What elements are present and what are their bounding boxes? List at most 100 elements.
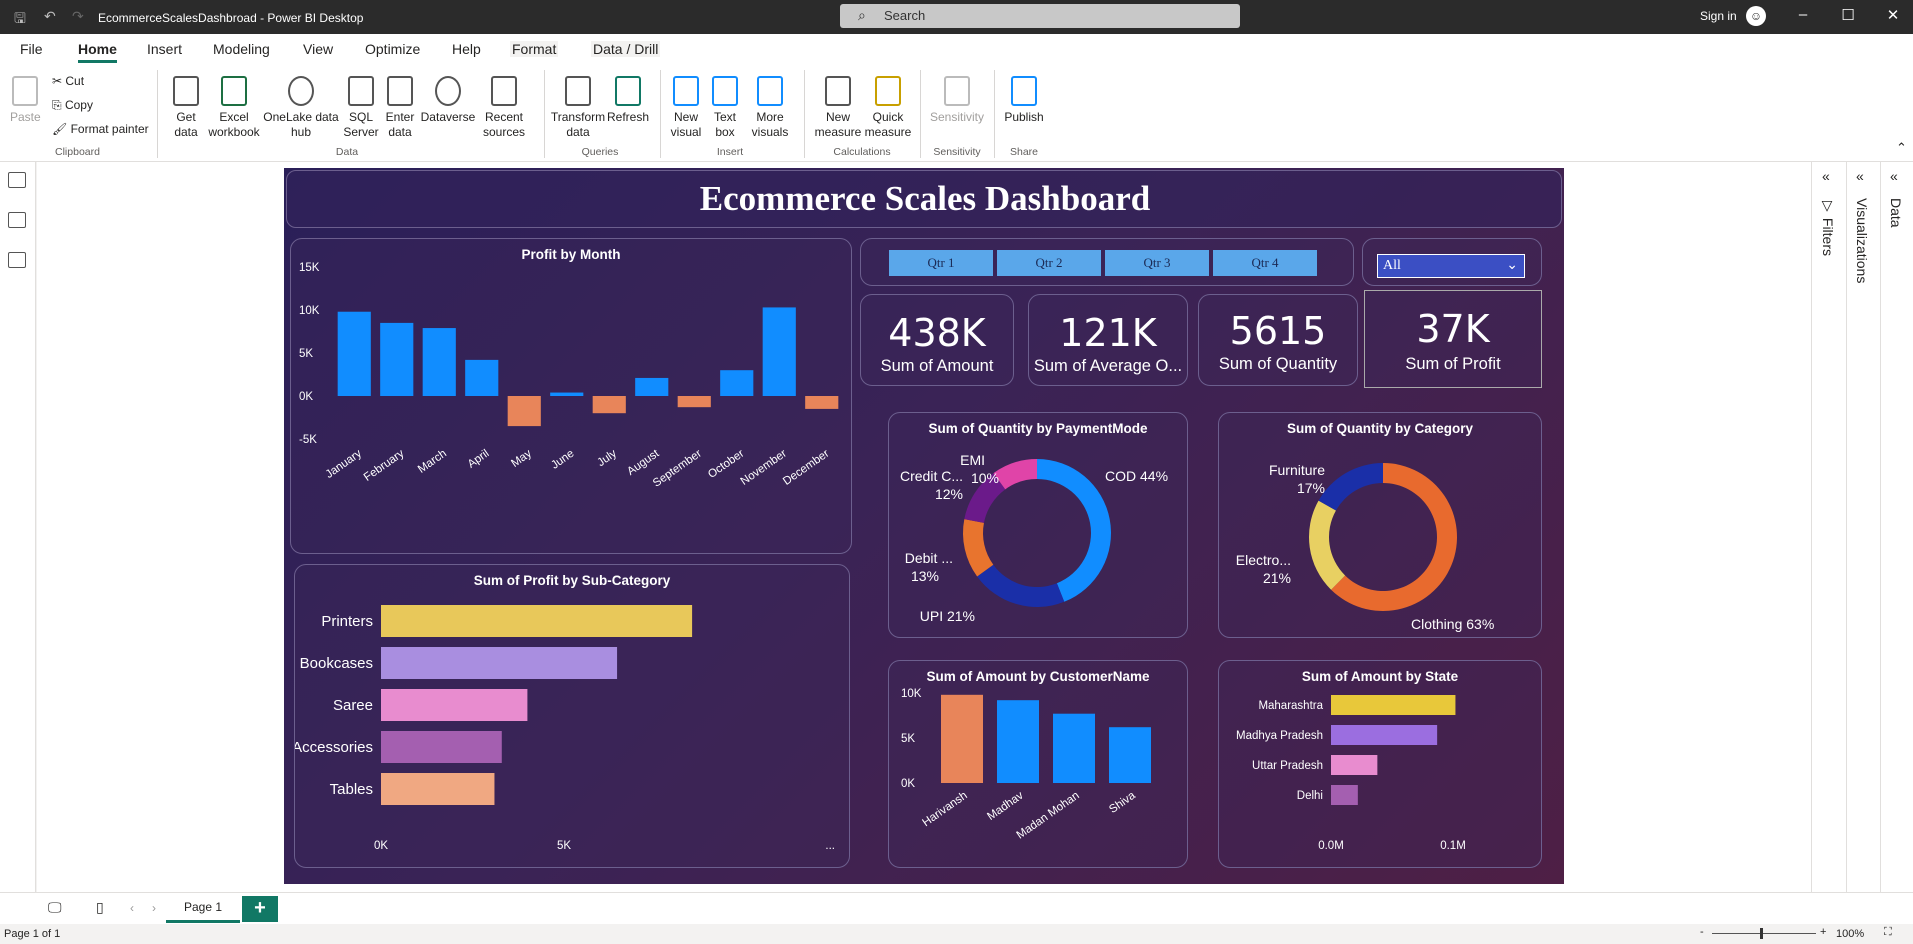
- data-pane-tab[interactable]: Data: [1888, 198, 1904, 228]
- menu-optimize[interactable]: Optimize: [365, 41, 420, 57]
- more-visuals-button[interactable]: More visuals: [746, 76, 794, 140]
- recent-sources-button[interactable]: Recent sources: [480, 76, 528, 140]
- kpi-card-profit[interactable]: 37K Sum of Profit: [1364, 290, 1542, 388]
- group-label: Data: [335, 146, 359, 158]
- search-input[interactable]: ⌕ Search: [840, 4, 1240, 28]
- qtr-1-button[interactable]: Qtr 1: [889, 250, 993, 276]
- transform-data-button[interactable]: Transform data: [550, 76, 606, 140]
- sign-in-link[interactable]: Sign in: [1700, 9, 1737, 23]
- onelake-icon: [288, 76, 314, 106]
- kpi-card-quantity[interactable]: 5615 Sum of Quantity: [1198, 294, 1358, 386]
- profit-by-subcategory-visual[interactable]: Sum of Profit by Sub-Category Printers Bo…: [294, 564, 850, 868]
- add-page-button[interactable]: +: [242, 896, 278, 922]
- new-measure-button[interactable]: New measure: [812, 76, 864, 140]
- redo-icon[interactable]: ↷: [72, 8, 84, 25]
- sensitivity-button[interactable]: Sensitivity: [924, 76, 990, 125]
- zoom-in-button[interactable]: +: [1820, 926, 1826, 938]
- payment-mode-visual[interactable]: Sum of Quantity by PaymentMode COD 44% UP…: [888, 412, 1188, 638]
- slice-label: 10%: [971, 470, 999, 486]
- menu-view[interactable]: View: [303, 41, 333, 57]
- amount-by-customer-visual[interactable]: Sum of Amount by CustomerName 0K 5K 10K Har…: [888, 660, 1188, 868]
- group-label: Insert: [716, 146, 744, 158]
- kpi-card-amount[interactable]: 438K Sum of Amount: [860, 294, 1014, 386]
- menu-format[interactable]: Format: [510, 41, 559, 57]
- close-icon[interactable]: ✕: [1883, 6, 1903, 24]
- y-tick-label: 10K: [299, 305, 320, 317]
- collapse-data-icon[interactable]: «: [1890, 168, 1898, 184]
- menu-data-drill[interactable]: Data / Drill: [591, 41, 661, 57]
- menu-insert[interactable]: Insert: [147, 41, 182, 57]
- group-label: Share: [1009, 146, 1039, 158]
- all-dropdown[interactable]: All ⌄: [1377, 254, 1525, 278]
- quick-measure-button[interactable]: Quick measure: [864, 76, 912, 140]
- menu-home[interactable]: Home: [78, 41, 117, 63]
- avatar-icon[interactable]: ☺: [1746, 6, 1766, 26]
- excel-workbook-button[interactable]: Excel workbook: [206, 76, 262, 140]
- qtr-4-button[interactable]: Qtr 4: [1213, 250, 1317, 276]
- bar-state: [1331, 785, 1358, 805]
- refresh-button[interactable]: Refresh: [606, 76, 650, 125]
- state-label: Madhya Pradesh: [1236, 730, 1323, 742]
- collapse-ribbon-icon[interactable]: ⌃: [1896, 140, 1907, 156]
- calculator-icon: [825, 76, 851, 106]
- collapse-filters-icon[interactable]: «: [1822, 168, 1830, 184]
- filters-pane-tab[interactable]: ▽ Filters: [1820, 198, 1836, 256]
- zoom-slider[interactable]: [1712, 933, 1816, 934]
- x-tick-label: September: [651, 448, 704, 490]
- slice-label: Credit C...: [900, 468, 963, 484]
- card-value: 37K: [1416, 307, 1490, 351]
- get-data-button[interactable]: Get data: [166, 76, 206, 140]
- qtr-3-button[interactable]: Qtr 3: [1105, 250, 1209, 276]
- minimize-icon[interactable]: –: [1793, 6, 1813, 23]
- next-page-icon[interactable]: ›: [152, 901, 156, 915]
- save-icon[interactable]: 🖫: [14, 8, 26, 32]
- model-view-icon[interactable]: [8, 252, 26, 268]
- dataverse-button[interactable]: Dataverse: [418, 76, 478, 125]
- cut-button[interactable]: ✂ Cut: [52, 74, 84, 88]
- menu-modeling[interactable]: Modeling: [213, 41, 270, 57]
- text-box-button[interactable]: Text box: [708, 76, 742, 140]
- text-box-icon: [712, 76, 738, 106]
- enter-data-button[interactable]: Enter data: [382, 76, 418, 140]
- visualizations-pane-tab[interactable]: Visualizations: [1854, 198, 1870, 283]
- report-view-icon[interactable]: [8, 172, 26, 188]
- y-tick-label: -5K: [299, 434, 317, 446]
- table-view-icon[interactable]: [8, 212, 26, 228]
- tab-page-1[interactable]: Page 1: [166, 893, 240, 923]
- x-tick-label: ...: [825, 840, 835, 852]
- sql-server-button[interactable]: SQL Server: [340, 76, 382, 140]
- format-painter-button[interactable]: 🖌 Format painter: [52, 122, 149, 136]
- amount-by-state-visual[interactable]: Sum of Amount by State Maharashtra Madhya…: [1218, 660, 1542, 868]
- maximize-icon[interactable]: ☐: [1838, 6, 1858, 24]
- transform-icon: [565, 76, 591, 106]
- fit-page-icon[interactable]: ⛶: [1884, 926, 1892, 939]
- menu-help[interactable]: Help: [452, 41, 481, 57]
- dataverse-icon: [435, 76, 461, 106]
- menu-file[interactable]: File: [20, 41, 43, 57]
- copy-button[interactable]: ⎘ Copy: [52, 98, 93, 113]
- prev-page-icon[interactable]: ‹: [130, 901, 134, 915]
- slice-electro: [1309, 500, 1346, 590]
- dashboard-title: Ecommerce Scales Dashboard: [699, 179, 1151, 218]
- y-tick-label: 0K: [299, 391, 313, 403]
- bar-march: [422, 328, 456, 396]
- view-switcher: [0, 162, 36, 892]
- profit-by-month-visual[interactable]: Profit by Month -5K 0K 5K 10K 15K January Febr…: [290, 238, 852, 554]
- paste-button[interactable]: Paste: [10, 76, 41, 125]
- bar-customer: [997, 700, 1039, 783]
- zoom-thumb[interactable]: [1760, 928, 1763, 939]
- new-visual-button[interactable]: New visual: [666, 76, 706, 140]
- publish-button[interactable]: Publish: [1000, 76, 1048, 125]
- qtr-2-button[interactable]: Qtr 2: [997, 250, 1101, 276]
- collapse-visualizations-icon[interactable]: «: [1856, 168, 1864, 184]
- category-visual[interactable]: Sum of Quantity by Category Clothing 63%…: [1218, 412, 1542, 638]
- slice-label: 21%: [1263, 570, 1291, 586]
- undo-icon[interactable]: ↶: [44, 8, 56, 25]
- kpi-card-average-order[interactable]: 121K Sum of Average O...: [1028, 294, 1188, 386]
- zoom-out-button[interactable]: -: [1700, 926, 1704, 938]
- mobile-layout-icon[interactable]: ▯: [96, 899, 104, 916]
- x-tick-label: July: [595, 447, 619, 469]
- desktop-layout-icon[interactable]: 🖵: [48, 899, 62, 916]
- bar-state: [1331, 755, 1378, 775]
- onelake-button[interactable]: OneLake data hub: [262, 76, 340, 140]
